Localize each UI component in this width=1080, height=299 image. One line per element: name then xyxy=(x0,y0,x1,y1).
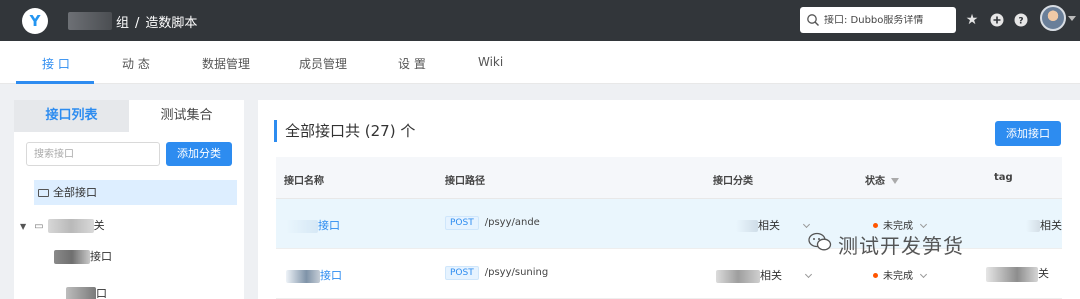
sidebar: 接口列表 测试集合 添加分类 全部接口 ▼ ▭ 关 接口 口 xyxy=(14,100,244,299)
status-dot xyxy=(873,223,878,228)
tree-item-label: 接口 xyxy=(90,250,112,263)
category-select[interactable]: 相关 xyxy=(736,217,811,233)
method-badge: POST xyxy=(445,216,479,230)
global-search-input[interactable] xyxy=(824,14,950,26)
column-header-status-label: 状态 xyxy=(865,176,885,187)
chevron-down-icon xyxy=(919,220,928,229)
blurred-text xyxy=(54,250,90,264)
svg-text:?: ? xyxy=(1018,17,1023,27)
app-logo[interactable]: Y xyxy=(22,8,48,34)
method-badge: POST xyxy=(445,266,479,280)
search-icon xyxy=(807,14,819,26)
tag-value: 关 xyxy=(1038,267,1049,280)
status-select[interactable]: 未完成 xyxy=(873,267,928,282)
filter-icon[interactable] xyxy=(891,178,899,184)
tag-cell: 关 xyxy=(986,265,1049,282)
api-name-cell[interactable]: 接口 xyxy=(286,267,342,283)
api-path-cell: POST/psyy/suning xyxy=(445,265,548,280)
question-circle-icon[interactable]: ? xyxy=(1012,11,1030,29)
tab-wiki[interactable]: Wiki xyxy=(478,55,503,69)
status-dot xyxy=(873,273,878,278)
column-header-name[interactable]: 接口名称 xyxy=(284,172,324,187)
avatar[interactable] xyxy=(1040,5,1066,31)
status-value: 未完成 xyxy=(883,271,913,282)
blurred-text xyxy=(286,269,320,283)
plus-circle-icon[interactable] xyxy=(988,11,1006,29)
logo-letter: Y xyxy=(29,11,41,30)
category-value: 相关 xyxy=(760,269,782,282)
api-list-panel: 全部接口共 (27) 个 添加接口 接口名称 接口路径 接口分类 状态 tag … xyxy=(258,100,1080,299)
breadcrumb-group[interactable]: 组 xyxy=(116,16,129,31)
tab-member-management[interactable]: 成员管理 xyxy=(299,55,347,72)
api-path-cell: POST/psyy/ande xyxy=(445,215,540,230)
project-nav: 接 口 动 态 数据管理 成员管理 设 置 Wiki xyxy=(0,41,1080,84)
tree-item-label: 口 xyxy=(96,287,107,299)
tag-cell: 相关 xyxy=(1026,217,1062,233)
table-header: 接口名称 接口路径 接口分类 状态 tag xyxy=(276,157,1062,199)
breadcrumb-project[interactable]: 造数脚本 xyxy=(145,16,197,31)
top-bar: Y 组 / 造数脚本 ★ ? xyxy=(0,0,1080,41)
blurred-text xyxy=(736,220,758,232)
blurred-group-name xyxy=(68,12,112,30)
caret-down-icon[interactable]: ▼ xyxy=(20,222,26,231)
chevron-down-icon[interactable] xyxy=(1068,16,1076,21)
tree-item-category[interactable]: ▼ ▭ 关 xyxy=(20,217,105,233)
column-header-tag[interactable]: tag xyxy=(994,172,1013,183)
global-search[interactable] xyxy=(800,7,956,33)
tree-item-api[interactable]: 接口 xyxy=(54,248,112,264)
breadcrumb-separator: / xyxy=(135,16,140,31)
folder-icon xyxy=(38,189,49,197)
blurred-text xyxy=(1026,220,1040,232)
tab-interface[interactable]: 接 口 xyxy=(42,55,70,72)
sidebar-tabs: 接口列表 测试集合 xyxy=(14,100,244,132)
column-header-status[interactable]: 状态 xyxy=(865,172,899,187)
chevron-down-icon xyxy=(802,220,811,229)
api-name-cell[interactable]: 接口 xyxy=(286,217,340,233)
tag-value: 相关 xyxy=(1040,219,1062,232)
tab-activity[interactable]: 动 态 xyxy=(122,55,150,72)
blurred-text xyxy=(47,219,94,233)
tab-data-management[interactable]: 数据管理 xyxy=(202,55,250,72)
api-name-link[interactable]: 接口 xyxy=(320,269,342,282)
api-path: /psyy/ande xyxy=(484,217,540,228)
api-name-link[interactable]: 接口 xyxy=(318,219,340,232)
tab-settings[interactable]: 设 置 xyxy=(398,55,426,72)
chevron-down-icon xyxy=(804,270,813,279)
blurred-text xyxy=(286,219,318,233)
blurred-text xyxy=(66,287,96,299)
tab-api-list[interactable]: 接口列表 xyxy=(14,100,129,132)
api-search-input[interactable] xyxy=(26,142,160,166)
tree-item-all-label: 全部接口 xyxy=(53,186,97,199)
add-category-button[interactable]: 添加分类 xyxy=(166,142,232,166)
api-path: /psyy/suning xyxy=(484,267,549,278)
chevron-down-icon xyxy=(919,270,928,279)
blurred-text xyxy=(716,269,760,283)
tree-item-api[interactable]: 口 xyxy=(66,285,107,299)
column-header-path[interactable]: 接口路径 xyxy=(445,172,485,187)
star-icon[interactable]: ★ xyxy=(963,11,981,29)
blurred-text xyxy=(986,266,1038,282)
tree-item-all[interactable]: 全部接口 xyxy=(34,180,237,205)
active-tab-indicator xyxy=(16,81,94,84)
watermark: 测试开发笋货 xyxy=(838,234,964,258)
wechat-icon xyxy=(808,232,832,251)
tree-item-label: 关 xyxy=(93,219,105,232)
breadcrumb: 组 / 造数脚本 xyxy=(116,12,203,31)
tab-test-collection[interactable]: 测试集合 xyxy=(129,100,244,132)
category-value: 相关 xyxy=(758,219,780,232)
folder-icon: ▭ xyxy=(34,221,44,232)
category-select[interactable]: 相关 xyxy=(716,267,813,283)
column-header-category[interactable]: 接口分类 xyxy=(713,172,753,187)
add-api-button[interactable]: 添加接口 xyxy=(995,121,1061,146)
page-title: 全部接口共 (27) 个 xyxy=(274,120,415,142)
